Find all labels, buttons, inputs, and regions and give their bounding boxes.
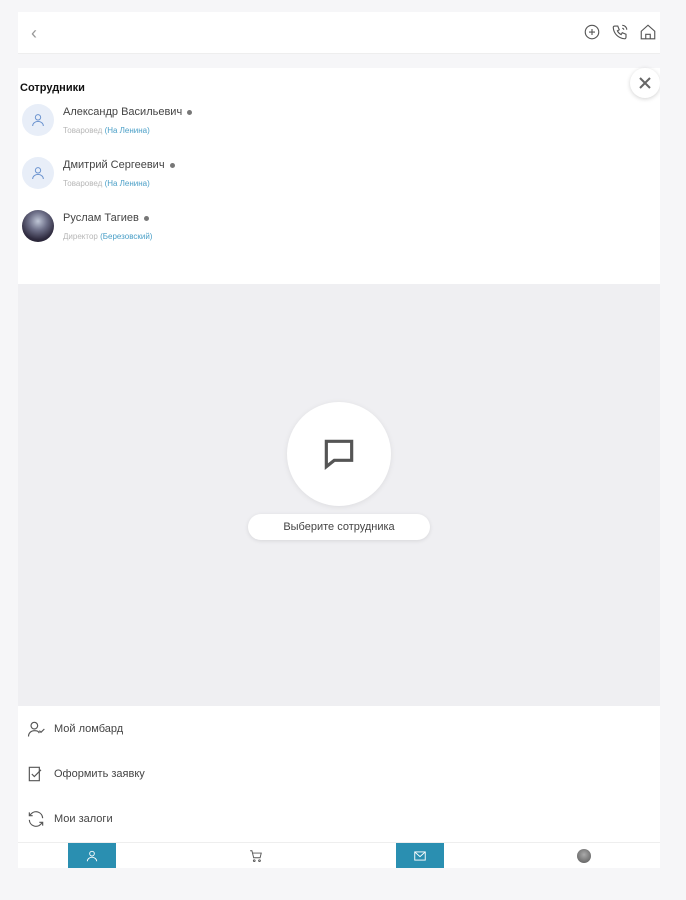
- avatar: [22, 210, 54, 242]
- tab-cart[interactable]: [232, 843, 280, 868]
- user-check-icon: [27, 721, 45, 737]
- employee-list: Александр Васильевич Товаровед (На Ленин…: [22, 104, 622, 263]
- employee-name: Александр Васильевич: [63, 106, 183, 118]
- divider: [18, 54, 660, 68]
- menu-item-label: Мой ломбард: [54, 722, 124, 735]
- employee-name: Руслам Тагиев: [63, 212, 139, 224]
- online-indicator: [187, 109, 193, 115]
- employee-item[interactable]: Александр Васильевич Товаровед (На Ленин…: [22, 104, 622, 157]
- employee-role: Товаровед: [63, 179, 103, 188]
- menu-item-label: Оформить заявку: [54, 767, 145, 780]
- app-frame: ‹ Сотрудники Александр Васильевич Товаро…: [18, 12, 660, 868]
- employee-name: Дмитрий Сергеевич: [63, 159, 165, 171]
- close-icon[interactable]: [630, 68, 660, 98]
- plus-circle-icon[interactable]: [582, 22, 602, 42]
- online-indicator: [143, 215, 149, 221]
- cart-icon: [250, 850, 262, 863]
- chat-bubble-icon: [287, 402, 391, 506]
- tab-bar: [18, 842, 660, 868]
- menu-item-label: Мои залоги: [54, 812, 113, 825]
- tab-profile[interactable]: [68, 843, 116, 868]
- user-icon: [22, 157, 54, 189]
- refresh-icon: [28, 810, 44, 827]
- tab-messages[interactable]: [396, 843, 444, 868]
- phone-icon[interactable]: [610, 22, 630, 42]
- employee-item[interactable]: Дмитрий Сергеевич Товаровед (На Ленина): [22, 157, 622, 210]
- chevron-left-icon[interactable]: ‹: [24, 23, 44, 43]
- checkbox-edit-icon: [28, 766, 42, 781]
- mail-icon: [414, 851, 426, 861]
- menu-item-my-pawnshop[interactable]: Мой ломбард: [18, 706, 660, 751]
- menu-item-my-pledges[interactable]: Мои залоги: [18, 796, 660, 841]
- user-icon: [86, 850, 98, 862]
- menu-item-create-request[interactable]: Оформить заявку: [18, 751, 660, 796]
- online-indicator: [169, 162, 175, 168]
- employees-title: Сотрудники: [20, 82, 85, 94]
- employee-role: Товаровед: [63, 126, 103, 135]
- tab-account[interactable]: [560, 843, 608, 868]
- employees-panel: Сотрудники Александр Васильевич Товарове…: [18, 68, 660, 284]
- top-bar: ‹: [18, 12, 660, 54]
- user-icon: [22, 104, 54, 136]
- avatar: [577, 849, 591, 863]
- chat-area: Выберите сотрудника: [18, 284, 660, 706]
- employee-branch: (На Ленина): [104, 179, 150, 188]
- bottom-menu: Мой ломбард Оформить заявку Мои залоги: [18, 706, 660, 842]
- employee-branch: (Березовский): [100, 232, 153, 241]
- employee-branch: (На Ленина): [104, 126, 150, 135]
- home-icon[interactable]: [638, 22, 658, 42]
- top-actions: [582, 22, 658, 42]
- select-employee-prompt: Выберите сотрудника: [248, 514, 430, 540]
- employee-item[interactable]: Руслам Тагиев Директор (Березовский): [22, 210, 622, 263]
- employee-role: Директор: [63, 232, 98, 241]
